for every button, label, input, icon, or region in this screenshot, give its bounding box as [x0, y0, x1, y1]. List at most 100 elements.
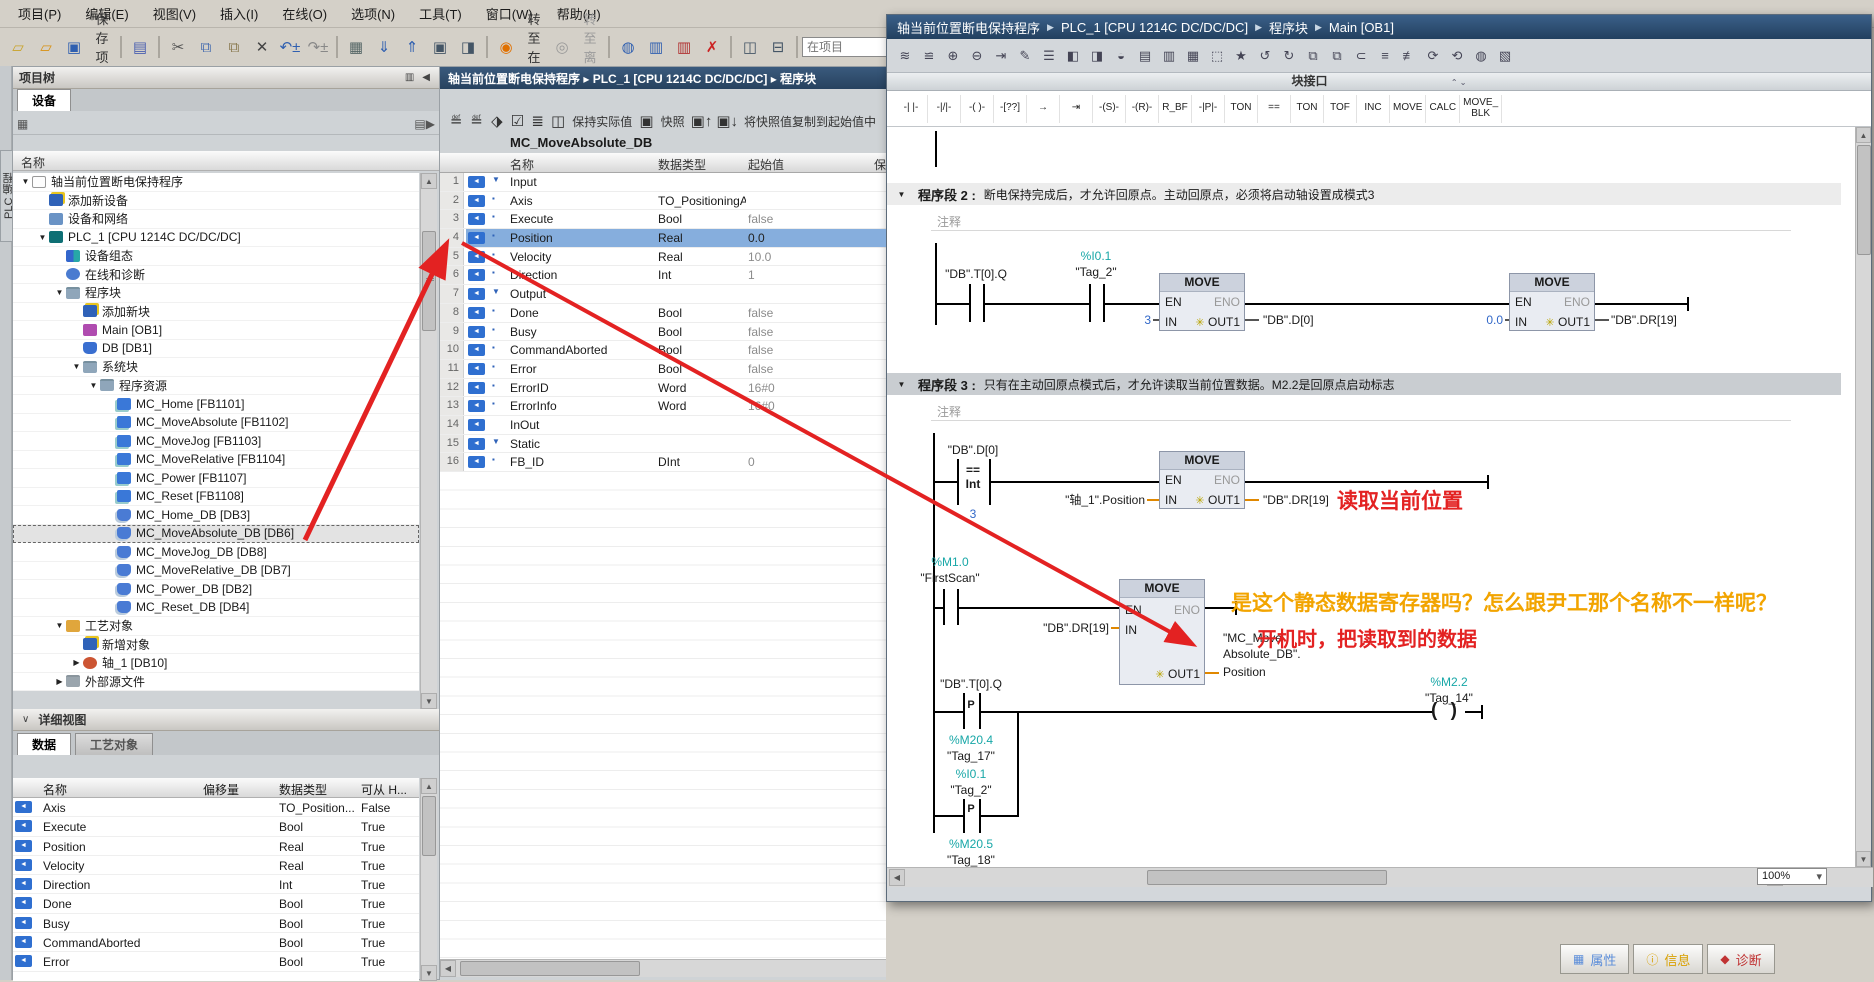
- db-row[interactable]: 2 ◄ ▪ Axis TO_PositioningAxis: [440, 192, 886, 211]
- split-h-icon[interactable]: ◫: [737, 34, 763, 60]
- menu-item[interactable]: 帮助(H): [545, 0, 613, 27]
- tree-item[interactable]: 添加新块: [13, 303, 419, 322]
- favorite-instruction[interactable]: R_BF: [1159, 95, 1192, 123]
- db-row[interactable]: 8 ◄ ▪ Done Bool false: [440, 304, 886, 323]
- snapshot-icon[interactable]: ▣: [637, 109, 655, 133]
- output-coil[interactable]: ( ): [1431, 700, 1461, 722]
- favorite-instruction[interactable]: -[??]: [994, 95, 1027, 123]
- favorite-instruction[interactable]: CALC: [1426, 95, 1460, 123]
- lad-toolbar-icon[interactable]: ≌: [918, 45, 940, 67]
- var-startvalue[interactable]: false: [748, 362, 870, 378]
- db-row[interactable]: 1 ◄ ▼ Input: [440, 173, 886, 192]
- tree-item[interactable]: MC_MoveJog [FB1103]: [13, 432, 419, 451]
- var-type[interactable]: Bool: [658, 343, 746, 359]
- copy-snapshot-down-icon[interactable]: ▣↓: [715, 109, 739, 133]
- db-editor-breadcrumb[interactable]: 轴当前位置断电保持程序 ▸ PLC_1 [CPU 1214C DC/DC/DC]…: [440, 67, 886, 89]
- var-startvalue[interactable]: [748, 418, 870, 434]
- expand-caret-icon[interactable]: ▼: [87, 381, 100, 390]
- favorite-instruction[interactable]: TON: [1291, 95, 1324, 123]
- compare-type[interactable]: Int: [966, 477, 981, 491]
- contact-tag[interactable]: "Tag_2": [1075, 265, 1116, 279]
- expand-caret-icon[interactable]: ▼: [19, 177, 32, 186]
- menu-item[interactable]: 在线(O): [270, 0, 339, 27]
- detail-row[interactable]: ◄ Position Real True: [13, 837, 419, 856]
- var-name[interactable]: ErrorInfo: [510, 399, 656, 415]
- lad-toolbar-icon[interactable]: ▥: [1158, 45, 1180, 67]
- var-name[interactable]: Busy: [510, 325, 656, 341]
- db-row[interactable]: 10 ◄ ▪ CommandAborted Bool false: [440, 341, 886, 360]
- edge-memory-tag[interactable]: "Tag_18": [947, 853, 995, 867]
- tree-item[interactable]: MC_MoveRelative_DB [DB7]: [13, 562, 419, 581]
- var-startvalue[interactable]: false: [748, 325, 870, 341]
- var-type[interactable]: [658, 437, 746, 453]
- stop-cpu-icon[interactable]: ◨: [455, 34, 481, 60]
- network3-header[interactable]: ▼ 程序段 3 : 只有在主动回原点模式后，才允许读取当前位置数据。M2.2是回…: [887, 373, 1841, 395]
- row-caret-icon[interactable]: ▪: [492, 455, 506, 464]
- var-startvalue[interactable]: [748, 437, 870, 453]
- var-name[interactable]: ErrorID: [510, 381, 656, 397]
- contact-tag[interactable]: "FirstScan": [920, 571, 979, 585]
- db-row[interactable]: 13 ◄ ▪ ErrorInfo Word 16#0: [440, 397, 886, 416]
- detail-scrollbar[interactable]: ▲ ▼: [420, 778, 437, 981]
- var-name[interactable]: Error: [510, 362, 656, 378]
- favorite-instruction[interactable]: -( )-: [961, 95, 994, 123]
- print-icon[interactable]: ▤: [127, 34, 153, 60]
- favorite-instruction[interactable]: MOVE: [1390, 95, 1426, 123]
- reset-start-icon[interactable]: ⬗: [488, 109, 506, 133]
- detail-row[interactable]: ◄ Direction Int True: [13, 875, 419, 894]
- breadcrumb-blocks[interactable]: 程序块: [1269, 18, 1308, 37]
- var-startvalue[interactable]: 0.0: [748, 231, 870, 247]
- lad-toolbar-icon[interactable]: ⬚: [1206, 45, 1228, 67]
- var-startvalue[interactable]: [748, 287, 870, 303]
- lad-toolbar-icon[interactable]: ⊕: [942, 45, 964, 67]
- var-type[interactable]: Word: [658, 381, 746, 397]
- var-name[interactable]: Execute: [510, 212, 656, 228]
- db-row[interactable]: 4 ◄ ▪ Position Real 0.0: [440, 229, 886, 248]
- inspector-tab[interactable]: ⓘ 信息: [1633, 944, 1703, 974]
- delete-icon[interactable]: ✕: [249, 34, 275, 60]
- lad-toolbar-icon[interactable]: ◍: [1470, 45, 1492, 67]
- keep-actual-values-button[interactable]: 保持实际值: [568, 113, 636, 130]
- tree-item[interactable]: MC_MoveRelative [FB1104]: [13, 451, 419, 470]
- menu-item[interactable]: 项目(P): [6, 0, 73, 27]
- detail-row[interactable]: ◄ Busy Bool True: [13, 914, 419, 933]
- tree-item[interactable]: ▼ 系统块: [13, 358, 419, 377]
- tree-view-icon[interactable]: ▦: [17, 117, 28, 131]
- compare-value[interactable]: 3: [970, 507, 977, 521]
- var-startvalue[interactable]: 10.0: [748, 250, 870, 266]
- tab-technology-objects[interactable]: 工艺对象: [75, 733, 153, 755]
- tree-item[interactable]: ▼ 轴当前位置断电保持程序: [13, 173, 419, 192]
- chevron-down-icon[interactable]: ∨: [19, 714, 32, 725]
- row-caret-icon[interactable]: ▪: [492, 231, 506, 240]
- var-type[interactable]: Real: [658, 250, 746, 266]
- tree-item[interactable]: DB [DB1]: [13, 340, 419, 359]
- sep[interactable]: [796, 36, 798, 58]
- tree-item[interactable]: 设备和网络: [13, 210, 419, 229]
- move-block[interactable]: MOVE EN ENO IN ✳ OUT1: [1159, 273, 1245, 331]
- var-startvalue[interactable]: false: [748, 343, 870, 359]
- detail-row[interactable]: ◄ Execute Bool True: [13, 817, 419, 836]
- menu-item[interactable]: 选项(N): [339, 0, 407, 27]
- move-in-operand[interactable]: "DB".DR[19]: [953, 621, 1109, 635]
- pin-panel-icon[interactable]: ▥: [402, 72, 417, 83]
- detail-row[interactable]: ◄ Velocity Real True: [13, 856, 419, 875]
- lad-toolbar-icon[interactable]: ⊖: [966, 45, 988, 67]
- lad-toolbar-icon[interactable]: ★: [1230, 45, 1252, 67]
- favorite-instruction[interactable]: MOVE_ BLK: [1460, 95, 1502, 123]
- lad-toolbar-icon[interactable]: ⟳: [1422, 45, 1444, 67]
- var-startvalue[interactable]: [748, 194, 870, 210]
- tree-item[interactable]: MC_Power [FB1107]: [13, 469, 419, 488]
- var-type[interactable]: TO_PositioningAxis: [658, 194, 746, 210]
- cut-icon[interactable]: ✂: [165, 34, 191, 60]
- row-caret-icon[interactable]: ▪: [492, 212, 506, 221]
- move-block[interactable]: MOVE EN ENO IN ✳ OUT1: [1509, 273, 1595, 331]
- splitter-handle-icon[interactable]: ⌃ ⌄: [1331, 78, 1467, 87]
- go-offline-icon[interactable]: ◎: [549, 34, 575, 60]
- tree-item[interactable]: ▶ 外部源文件: [13, 673, 419, 692]
- favorite-instruction[interactable]: ==: [1258, 95, 1291, 123]
- tree-item[interactable]: Main [OB1]: [13, 321, 419, 340]
- row-caret-icon[interactable]: ▪: [492, 362, 506, 371]
- copy-snapshot-button[interactable]: 将快照值复制到起始值中: [740, 113, 880, 130]
- expand-caret-icon[interactable]: ▼: [53, 621, 66, 630]
- redo-icon[interactable]: ↷±: [305, 34, 331, 60]
